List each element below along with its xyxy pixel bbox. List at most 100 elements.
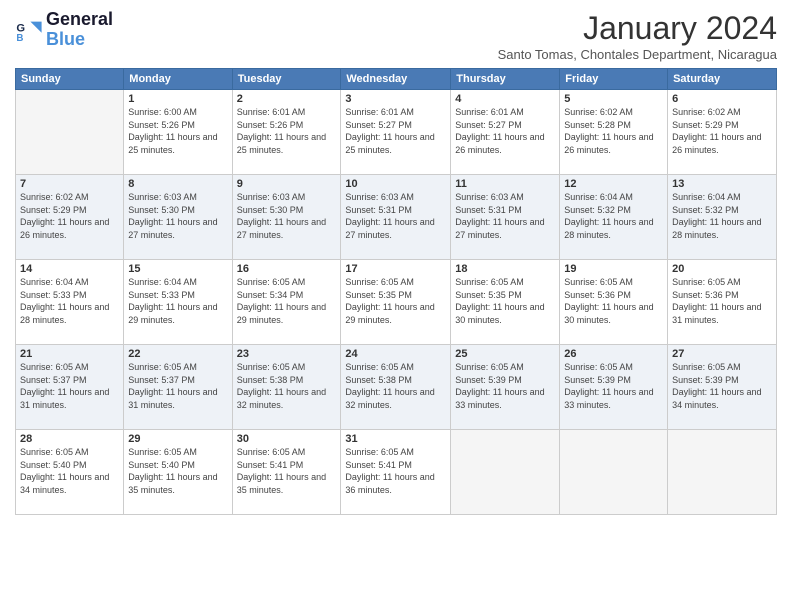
sunrise-text: Sunrise: 6:04 AM [564,192,633,202]
table-row: 23Sunrise: 6:05 AMSunset: 5:38 PMDayligh… [232,345,341,430]
sunrise-text: Sunrise: 6:03 AM [455,192,524,202]
col-monday: Monday [124,69,232,90]
col-friday: Friday [560,69,668,90]
sunset-text: Sunset: 5:38 PM [345,375,412,385]
day-number: 27 [672,348,772,360]
daylight-text: Daylight: 11 hours and 26 minutes. [672,132,761,155]
sunrise-text: Sunrise: 6:05 AM [128,447,197,457]
day-number: 21 [20,348,119,360]
sunrise-text: Sunrise: 6:00 AM [128,107,197,117]
col-thursday: Thursday [451,69,560,90]
sunset-text: Sunset: 5:32 PM [564,205,631,215]
sunset-text: Sunset: 5:41 PM [237,460,304,470]
daylight-text: Daylight: 11 hours and 34 minutes. [20,472,109,495]
svg-text:B: B [16,33,23,44]
day-info: Sunrise: 6:05 AMSunset: 5:39 PMDaylight:… [564,361,663,411]
day-info: Sunrise: 6:02 AMSunset: 5:29 PMDaylight:… [20,191,119,241]
sunset-text: Sunset: 5:39 PM [672,375,739,385]
col-sunday: Sunday [16,69,124,90]
table-row: 18Sunrise: 6:05 AMSunset: 5:35 PMDayligh… [451,260,560,345]
day-number: 4 [455,93,555,105]
day-info: Sunrise: 6:05 AMSunset: 5:37 PMDaylight:… [128,361,227,411]
sunrise-text: Sunrise: 6:01 AM [345,107,414,117]
daylight-text: Daylight: 11 hours and 32 minutes. [237,387,326,410]
table-row: 2Sunrise: 6:01 AMSunset: 5:26 PMDaylight… [232,90,341,175]
daylight-text: Daylight: 11 hours and 27 minutes. [237,217,326,240]
day-number: 6 [672,93,772,105]
table-row: 11Sunrise: 6:03 AMSunset: 5:31 PMDayligh… [451,175,560,260]
sunset-text: Sunset: 5:39 PM [564,375,631,385]
sunrise-text: Sunrise: 6:04 AM [672,192,741,202]
day-number: 22 [128,348,227,360]
day-info: Sunrise: 6:03 AMSunset: 5:30 PMDaylight:… [237,191,337,241]
sunrise-text: Sunrise: 6:05 AM [672,362,741,372]
calendar-week-row: 14Sunrise: 6:04 AMSunset: 5:33 PMDayligh… [16,260,777,345]
sunset-text: Sunset: 5:30 PM [128,205,195,215]
day-number: 3 [345,93,446,105]
day-number: 14 [20,263,119,275]
day-info: Sunrise: 6:05 AMSunset: 5:41 PMDaylight:… [345,446,446,496]
table-row: 29 Sunrise: 6:05 AM Sunset: 5:40 PM Dayligh… [124,430,232,515]
day-info: Sunrise: 6:04 AMSunset: 5:32 PMDaylight:… [564,191,663,241]
daylight-text: Daylight: 11 hours and 30 minutes. [564,302,653,325]
table-row: 20Sunrise: 6:05 AMSunset: 5:36 PMDayligh… [668,260,777,345]
calendar-header-row: Sunday Monday Tuesday Wednesday Thursday… [16,69,777,90]
sunset-text: Sunset: 5:40 PM [128,460,195,470]
logo: G B General Blue [15,10,113,50]
day-info: Sunrise: 6:05 AMSunset: 5:37 PMDaylight:… [20,361,119,411]
day-number: 29 [128,433,227,445]
daylight-text: Daylight: 11 hours and 32 minutes. [345,387,434,410]
header: G B General Blue January 2024 Santo Toma… [15,10,777,62]
calendar-week-row: 28Sunrise: 6:05 AMSunset: 5:40 PMDayligh… [16,430,777,515]
sunrise-text: Sunrise: 6:05 AM [128,362,197,372]
table-row: 21Sunrise: 6:05 AMSunset: 5:37 PMDayligh… [16,345,124,430]
location-subtitle: Santo Tomas, Chontales Department, Nicar… [498,47,777,62]
day-number: 13 [672,178,772,190]
sunset-text: Sunset: 5:36 PM [564,290,631,300]
day-info: Sunrise: 6:04 AMSunset: 5:33 PMDaylight:… [128,276,227,326]
day-info: Sunrise: 6:05 AMSunset: 5:38 PMDaylight:… [237,361,337,411]
table-row: 19Sunrise: 6:05 AMSunset: 5:36 PMDayligh… [560,260,668,345]
day-number: 25 [455,348,555,360]
title-section: January 2024 Santo Tomas, Chontales Depa… [498,10,777,62]
day-info: Sunrise: 6:05 AMSunset: 5:41 PMDaylight:… [237,446,337,496]
table-row [560,430,668,515]
sunset-text: Sunset: 5:31 PM [455,205,522,215]
sunset-text: Sunset: 5:36 PM [672,290,739,300]
table-row: 24Sunrise: 6:05 AMSunset: 5:38 PMDayligh… [341,345,451,430]
day-info: Sunrise: 6:02 AMSunset: 5:28 PMDaylight:… [564,106,663,156]
day-info: Sunrise: 6:05 AMSunset: 5:34 PMDaylight:… [237,276,337,326]
day-info: Sunrise: 6:04 AMSunset: 5:33 PMDaylight:… [20,276,119,326]
daylight-text: Daylight: 11 hours and 29 minutes. [237,302,326,325]
daylight-text: Daylight: 11 hours and 27 minutes. [455,217,544,240]
day-info: Sunrise: 6:04 AMSunset: 5:32 PMDaylight:… [672,191,772,241]
day-info: Sunrise: 6:00 AMSunset: 5:26 PMDaylight:… [128,106,227,156]
table-row: 22Sunrise: 6:05 AMSunset: 5:37 PMDayligh… [124,345,232,430]
day-number: 17 [345,263,446,275]
col-tuesday: Tuesday [232,69,341,90]
table-row: 31Sunrise: 6:05 AMSunset: 5:41 PMDayligh… [341,430,451,515]
day-number: 10 [345,178,446,190]
day-number: 7 [20,178,119,190]
table-row: 5Sunrise: 6:02 AMSunset: 5:28 PMDaylight… [560,90,668,175]
day-number: 26 [564,348,663,360]
daylight-text: Daylight: 11 hours and 25 minutes. [345,132,434,155]
daylight-text: Daylight: 11 hours and 33 minutes. [455,387,544,410]
daylight-text: Daylight: 11 hours and 35 minutes. [128,472,217,495]
sunrise-text: Sunrise: 6:05 AM [237,447,306,457]
day-info: Sunrise: 6:02 AMSunset: 5:29 PMDaylight:… [672,106,772,156]
day-number: 1 [128,93,227,105]
calendar-week-row: 21Sunrise: 6:05 AMSunset: 5:37 PMDayligh… [16,345,777,430]
day-number: 30 [237,433,337,445]
sunset-text: Sunset: 5:32 PM [672,205,739,215]
day-info: Sunrise: 6:05 AMSunset: 5:39 PMDaylight:… [455,361,555,411]
day-info: Sunrise: 6:01 AMSunset: 5:26 PMDaylight:… [237,106,337,156]
logo-general: General [46,10,113,30]
sunset-text: Sunset: 5:30 PM [237,205,304,215]
table-row: 17Sunrise: 6:05 AMSunset: 5:35 PMDayligh… [341,260,451,345]
table-row: 12Sunrise: 6:04 AMSunset: 5:32 PMDayligh… [560,175,668,260]
table-row: 6Sunrise: 6:02 AMSunset: 5:29 PMDaylight… [668,90,777,175]
sunrise-text: Sunrise: 6:03 AM [128,192,197,202]
logo-blue: Blue [46,30,113,50]
daylight-text: Daylight: 11 hours and 31 minutes. [672,302,761,325]
